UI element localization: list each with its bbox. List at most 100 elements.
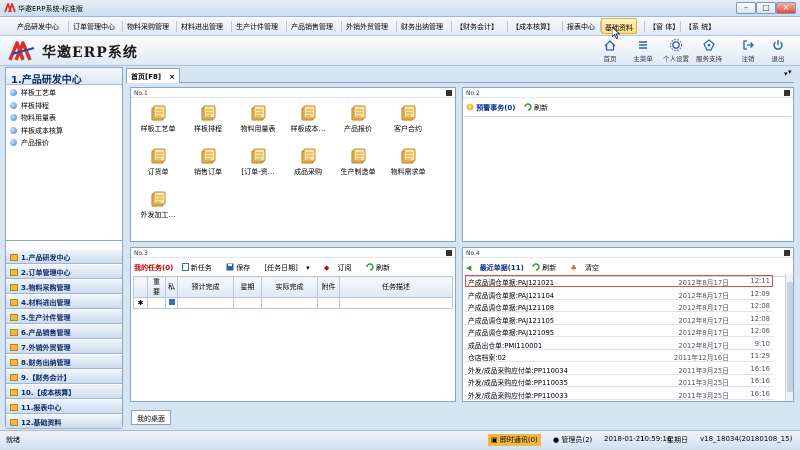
menu-item-3[interactable]: 物料采购管理 <box>126 22 170 32</box>
tab-scroll-down-icon[interactable]: ▾ <box>784 70 792 78</box>
module-shortcut[interactable]: 样板排程 <box>183 104 233 134</box>
tab-home[interactable]: 首页[F8] × <box>126 68 180 83</box>
recent-doc-row[interactable]: 成品出仓单:PMI110001 2012年8月17日 9:10 <box>465 338 773 350</box>
module-shortcut[interactable]: 样板成本… <box>283 104 333 134</box>
recent-doc-row[interactable]: 外发/成品采购应付单:PP110035 2011年3月25日 16:16 <box>465 375 773 387</box>
cell-description[interactable] <box>339 297 453 309</box>
minimize-button[interactable]: – <box>736 2 756 14</box>
module-shortcut[interactable]: 订货单 <box>133 147 183 177</box>
nav-group-4[interactable]: 4.材料进出管理 <box>6 294 122 309</box>
tasks-grid[interactable]: 重要私预计完成 星期 实际完成 附件 任务描述 ✱ <box>133 276 453 309</box>
sidebar-item[interactable]: 产品报价 <box>10 138 49 148</box>
maximize-button[interactable]: □ <box>756 2 776 14</box>
recent-doc-row[interactable]: 仓店档案:02 2011年12月16日 11:29 <box>465 350 773 362</box>
refresh-button[interactable]: 刷新 <box>532 263 562 272</box>
toolbar-logout-button[interactable]: 注销 <box>733 38 763 65</box>
menu-item-7[interactable]: 外销外贸管理 <box>345 22 389 32</box>
recent-docs-button[interactable]: ◀ 最近单据(11) <box>466 264 524 272</box>
my-tasks-label[interactable]: 我的任务(0) <box>134 264 173 272</box>
recent-doc-row[interactable]: 外发/成品采购应付单:PP110033 2011年3月25日 16:16 <box>465 388 773 400</box>
close-tab-icon[interactable]: × <box>169 73 175 81</box>
module-shortcut[interactable]: [订单-资… <box>233 147 283 177</box>
menu-item-11[interactable]: 报表中心 <box>566 22 596 32</box>
column-header[interactable]: 重要 <box>147 276 166 298</box>
nav-group-11[interactable]: 11.报表中心 <box>6 399 122 414</box>
module-shortcut[interactable]: 生产制造单 <box>333 147 383 177</box>
module-shortcut[interactable]: 客户合约 <box>383 104 433 134</box>
panel-menu-icon[interactable] <box>446 90 452 96</box>
vertical-scrollbar[interactable] <box>785 274 793 401</box>
new-task-button[interactable]: 新任务 <box>181 263 218 272</box>
column-header[interactable]: 预计完成 <box>177 276 234 298</box>
column-header[interactable]: 私 <box>165 276 178 298</box>
cell-weekday[interactable] <box>233 297 262 309</box>
toolbar-support-button[interactable]: 服务支持 <box>694 38 724 65</box>
menu-item-9[interactable]: 【财务会计】 <box>455 22 499 32</box>
toolbar-menu-button[interactable]: 主菜单 <box>628 38 658 65</box>
sidebar-item[interactable]: 样板工艺单 <box>10 88 56 98</box>
cell-important[interactable] <box>147 297 166 309</box>
refresh-button[interactable]: 刷新 <box>524 103 554 112</box>
column-header[interactable]: 星期 <box>233 276 262 298</box>
module-shortcut[interactable]: 产品报价 <box>333 104 383 134</box>
menu-item-2[interactable]: 订单管理中心 <box>72 22 116 32</box>
cell-expected[interactable] <box>177 297 234 309</box>
module-shortcut[interactable]: 成品采购 <box>283 147 333 177</box>
menu-item-14[interactable]: 【系 统】 <box>684 22 716 32</box>
save-button[interactable]: 保存 <box>226 263 256 272</box>
nav-group-3[interactable]: 3.物料采购管理 <box>6 279 122 294</box>
subscribe-button[interactable]: ◆ 订阅 <box>324 264 358 272</box>
im-button[interactable]: ▣ 即时通讯(0) <box>488 434 541 446</box>
nav-group-7[interactable]: 7.外销外贸管理 <box>6 339 122 354</box>
menu-item-13[interactable]: 【窗 体】 <box>648 22 680 32</box>
panel-menu-icon[interactable] <box>784 90 790 96</box>
module-shortcut[interactable]: 物料需求单 <box>383 147 433 177</box>
recent-doc-row[interactable]: 产成品调仓单据:PAJ121021 2012年8月17日 12:11 <box>465 275 773 287</box>
toolbar-home-button[interactable]: 首页 <box>595 38 625 65</box>
toolbar-gear-button[interactable]: 个人设置 <box>661 38 691 65</box>
menu-item-6[interactable]: 产品销售管理 <box>290 22 334 32</box>
sidebar-item[interactable]: 样板排程 <box>10 101 49 111</box>
scrollbar-thumb[interactable] <box>787 282 793 392</box>
cell-attachment[interactable] <box>317 297 340 309</box>
nav-group-5[interactable]: 5.生产计件管理 <box>6 309 122 324</box>
nav-group-8[interactable]: 8.财务出纳管理 <box>6 354 122 369</box>
recent-doc-row[interactable]: 产成品调仓单据:PAJ121095 2012年8月17日 12:06 <box>465 325 773 337</box>
sidebar-item[interactable]: 物料用量表 <box>10 113 56 123</box>
grid-new-row[interactable]: ✱ <box>133 297 453 309</box>
nav-group-12[interactable]: 12.基础资料 <box>6 414 122 429</box>
menu-item-8[interactable]: 财务出纳管理 <box>400 22 444 32</box>
recent-doc-row[interactable]: 产成品调仓单据:PAJ121108 2012年8月17日 12:08 <box>465 300 773 312</box>
menu-item-1[interactable]: 产品研发中心 <box>16 22 60 32</box>
menu-item-5[interactable]: 生产计件管理 <box>235 22 279 32</box>
sidebar-item[interactable]: 样板成本核算 <box>10 126 63 136</box>
menu-item-4[interactable]: 材料进出管理 <box>180 22 224 32</box>
nav-group-1[interactable]: 1.产品研发中心 <box>6 249 122 264</box>
recent-doc-row[interactable]: 产成品调仓单据:PAJ121105 2012年8月17日 12:08 <box>465 313 773 325</box>
nav-group-6[interactable]: 6.产品销售管理 <box>6 324 122 339</box>
close-window-button[interactable]: × <box>776 2 796 14</box>
nav-group-2[interactable]: 2.订单管理中心 <box>6 264 122 279</box>
recent-doc-row[interactable]: 外发/成品采购应付单:PP110034 2011年3月25日 16:16 <box>465 363 773 375</box>
nav-group-10[interactable]: 10.【成本核算】 <box>6 384 122 399</box>
module-shortcut[interactable]: 物料用量表 <box>233 104 283 134</box>
column-header[interactable]: 附件 <box>317 276 340 298</box>
column-header[interactable]: 任务描述 <box>339 276 453 298</box>
toolbar-power-button[interactable]: 退出 <box>763 38 793 65</box>
module-shortcut[interactable]: 外发加工… <box>133 190 183 220</box>
menu-item-10[interactable]: 【成本核算】 <box>511 22 555 32</box>
module-shortcut[interactable]: 样板工艺单 <box>133 104 183 134</box>
task-date-dropdown[interactable]: [任务日期] ▾ <box>264 264 315 272</box>
column-header[interactable]: 实际完成 <box>261 276 318 298</box>
cell-private[interactable] <box>165 297 178 309</box>
nav-group-9[interactable]: 9.【财务会计】 <box>6 369 122 384</box>
clear-button[interactable]: ♣ 清空 <box>570 264 605 272</box>
pending-tasks-button[interactable]: 预警事务(0) <box>466 103 516 112</box>
recent-doc-row[interactable]: 产成品调仓单据:PAJ121104 2012年8月17日 12:09 <box>465 288 773 300</box>
cell-actual[interactable] <box>261 297 318 309</box>
panel-menu-icon[interactable] <box>446 250 452 256</box>
panel-menu-icon[interactable] <box>784 250 790 256</box>
tab-my-desktop[interactable]: 我的桌面 <box>131 410 171 425</box>
refresh-button[interactable]: 刷新 <box>366 263 396 272</box>
checkbox[interactable] <box>168 299 175 305</box>
